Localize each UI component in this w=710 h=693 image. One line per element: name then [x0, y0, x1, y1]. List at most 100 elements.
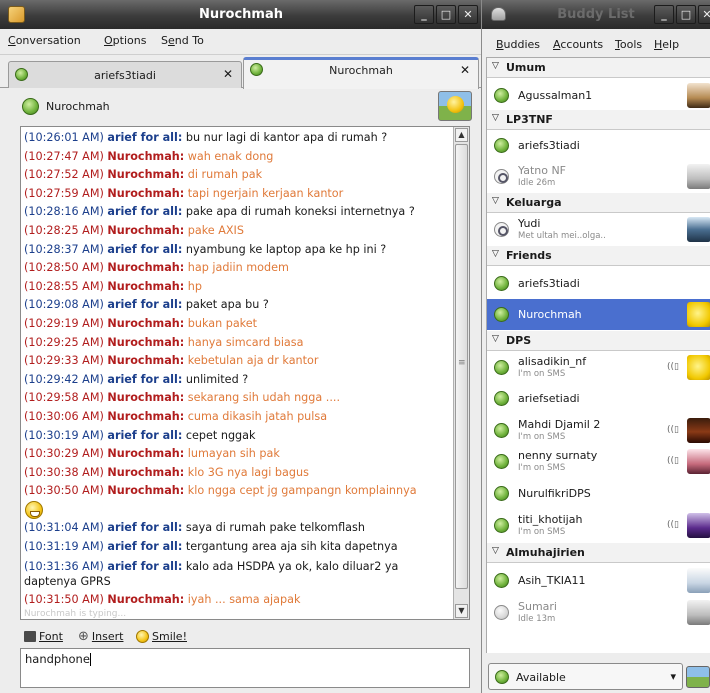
- close-button[interactable]: ✕: [698, 5, 710, 24]
- chat-message: (10:28:25 AM) Nurochmah: pake AXIS: [21, 222, 453, 241]
- insert-button[interactable]: ⊕ Insert: [78, 630, 123, 643]
- message-text: saya di rumah pake telkomflash: [185, 521, 365, 535]
- close-button[interactable]: ✕: [458, 5, 478, 24]
- message-text: cuma dikasih jatah pulsa: [187, 409, 328, 423]
- menu-tools[interactable]: Tools: [615, 38, 642, 51]
- group-dps[interactable]: ▽ DPS: [487, 331, 710, 351]
- expander-icon: ▽: [492, 334, 499, 344]
- chat-scrollbar[interactable]: ▲ ▼: [453, 127, 469, 619]
- buddy-nenny-surnaty[interactable]: nenny surnaty I'm on SMS ((▯: [487, 446, 710, 477]
- group-label: Almuhajirien: [506, 546, 585, 559]
- buddy-ariefs3tiadi-friends[interactable]: ariefs3tiadi: [487, 268, 710, 299]
- buddy-avatar: [687, 302, 710, 327]
- scroll-down-icon[interactable]: ▼: [455, 604, 468, 618]
- chat-message: (10:29:08 AM) arief for all: paket apa b…: [21, 296, 453, 315]
- buddy-mahdi-djamil-2[interactable]: Mahdi Djamil 2 I'm on SMS ((▯: [487, 415, 710, 446]
- message-sender: arief for all:: [107, 298, 183, 312]
- buddy-ariefsetiadi[interactable]: ariefsetiadi: [487, 383, 710, 414]
- message-text: nyambung ke laptop apa ke hp ini ?: [185, 242, 387, 256]
- chat-message: (10:31:36 AM) arief for all: kalo ada HS…: [21, 557, 453, 591]
- minimize-button[interactable]: _: [414, 5, 434, 24]
- insert-label: Insert: [91, 630, 124, 643]
- my-avatar[interactable]: [686, 666, 710, 688]
- message-sender: Nurochmah:: [107, 261, 185, 275]
- buddy-yatno-nf[interactable]: Yatno NF Idle 26m: [487, 161, 710, 192]
- scrollbar-thumb[interactable]: [455, 144, 468, 589]
- menu-send-to[interactable]: Send To: [161, 34, 204, 47]
- buddy-list-titlebar[interactable]: Buddy List _ □ ✕: [482, 0, 710, 29]
- message-timestamp: (10:30:06 AM): [24, 409, 104, 423]
- conversation-header: Nurochmah: [10, 89, 476, 123]
- buddy-tree[interactable]: ▽ Umum Agussalman1 ▽ LP3TNF ariefs3tiadi Y…: [486, 57, 710, 653]
- message-timestamp: (10:30:29 AM): [24, 447, 104, 461]
- buddy-agussalman1[interactable]: Agussalman1: [487, 80, 710, 111]
- mobile-phone-icon: ((▯: [667, 425, 679, 435]
- available-status-icon: [494, 573, 509, 588]
- buddy-asih-tkia11[interactable]: Asih_TKIA11: [487, 565, 710, 596]
- tab-ariefs3tiadi[interactable]: ariefs3tiadi ✕: [8, 61, 242, 88]
- chat-message: (10:31:19 AM) arief for all: tergantung …: [21, 538, 453, 557]
- available-status-icon: [494, 138, 509, 153]
- buddy-yudi[interactable]: Yudi Met ultah mei..olga..: [487, 214, 710, 245]
- maximize-button[interactable]: □: [436, 5, 456, 24]
- message-sender: arief for all:: [107, 428, 183, 442]
- buddy-titi-khotijah[interactable]: titi_khotijah I'm on SMS ((▯: [487, 510, 710, 541]
- available-status-icon: [22, 98, 39, 115]
- menu-conversation[interactable]: Conversation: [8, 34, 81, 47]
- tab-nurochmah[interactable]: Nurochmah ✕: [243, 57, 479, 89]
- message-timestamp: (10:29:42 AM): [24, 372, 104, 386]
- buddy-name: Sumari: [518, 600, 557, 613]
- message-sender: arief for all:: [107, 131, 183, 144]
- maximize-button[interactable]: □: [676, 5, 696, 24]
- message-text: bu nur lagi di kantor apa di rumah ?: [185, 131, 388, 144]
- message-text: di rumah pak: [187, 168, 263, 182]
- conversation-titlebar[interactable]: Nurochmah _ □ ✕: [0, 0, 481, 29]
- tab-close-icon[interactable]: ✕: [460, 63, 470, 77]
- menu-help[interactable]: Help: [654, 38, 679, 51]
- group-almuhajirien[interactable]: ▽ Almuhajirien: [487, 543, 710, 563]
- message-list: (10:26:01 AM) arief for all: bu nur lagi…: [21, 129, 453, 609]
- group-keluarga[interactable]: ▽ Keluarga: [487, 193, 710, 213]
- available-status-icon: [494, 391, 509, 406]
- available-status-icon: [494, 423, 509, 438]
- buddy-icon[interactable]: [438, 91, 472, 121]
- expander-icon: ▽: [492, 546, 499, 556]
- buddy-status-text: I'm on SMS: [518, 463, 566, 473]
- chat-log[interactable]: (10:26:01 AM) arief for all: bu nur lagi…: [20, 126, 470, 620]
- message-text: unlimited ?: [185, 372, 249, 386]
- message-text: pake apa di rumah koneksi internetnya ?: [185, 205, 415, 219]
- chat-message: (10:30:38 AM) Nurochmah: klo 3G nya lagi…: [21, 464, 453, 483]
- buddy-avatar: [687, 164, 710, 189]
- scroll-up-icon[interactable]: ▲: [455, 128, 468, 142]
- message-text: pake AXIS: [187, 223, 244, 237]
- mobile-phone-icon: ((▯: [667, 520, 679, 530]
- message-sender: Nurochmah:: [107, 592, 185, 606]
- group-friends[interactable]: ▽ Friends: [487, 246, 710, 266]
- buddy-status-text: Idle 26m: [518, 178, 556, 188]
- buddy-ariefs3tiadi[interactable]: ariefs3tiadi: [487, 130, 710, 161]
- group-lp3tnf[interactable]: ▽ LP3TNF: [487, 110, 710, 130]
- smile-button[interactable]: Smile!: [136, 630, 187, 643]
- tab-close-icon[interactable]: ✕: [223, 67, 233, 81]
- buddy-status-text: Met ultah mei..olga..: [518, 231, 606, 241]
- message-input[interactable]: handphone: [20, 648, 470, 688]
- mobile-phone-icon: ((▯: [667, 362, 679, 372]
- buddy-sumari[interactable]: Sumari Idle 13m: [487, 597, 710, 628]
- buddy-nurochmah[interactable]: Nurochmah: [487, 299, 710, 330]
- minimize-button[interactable]: _: [654, 5, 674, 24]
- menu-buddies[interactable]: Buddies: [496, 38, 540, 51]
- menu-accounts[interactable]: Accounts: [553, 38, 603, 51]
- buddy-name: Yatno NF: [518, 164, 567, 177]
- group-label: Keluarga: [506, 196, 562, 209]
- message-sender: Nurochmah:: [107, 149, 185, 163]
- buddy-nurulfikridps[interactable]: NurulfikriDPS: [487, 478, 710, 509]
- status-selector[interactable]: Available ▾: [488, 663, 683, 690]
- available-status-icon: [494, 454, 509, 469]
- message-sender: arief for all:: [107, 205, 183, 219]
- buddy-alisadikin-nf[interactable]: alisadikin_nf I'm on SMS ((▯: [487, 352, 710, 383]
- chat-message: (10:27:47 AM) Nurochmah: wah enak dong: [21, 148, 453, 167]
- menu-options[interactable]: Options: [104, 34, 146, 47]
- font-button[interactable]: Font: [24, 630, 63, 643]
- group-umum[interactable]: ▽ Umum: [487, 58, 710, 78]
- buddy-name: titi_khotijah: [518, 513, 583, 526]
